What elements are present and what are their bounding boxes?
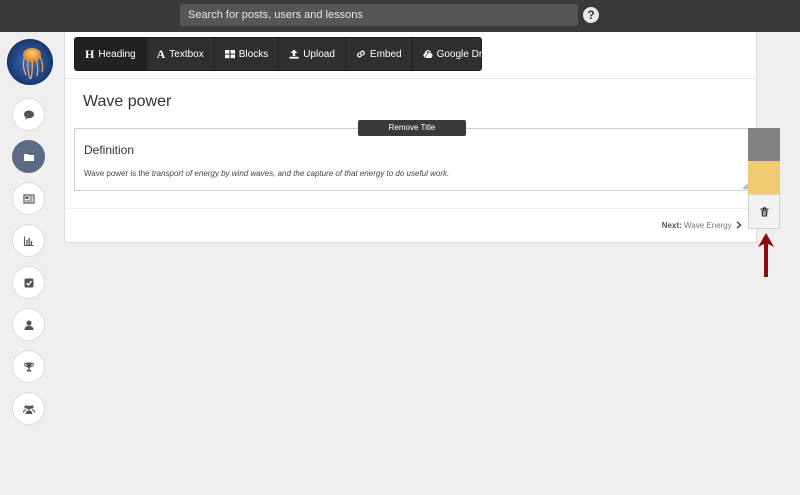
blocks-icon xyxy=(224,50,235,59)
jellyfish-avatar-icon xyxy=(7,39,53,85)
upload-icon xyxy=(289,49,299,59)
avatar[interactable] xyxy=(7,39,53,85)
toolbar-divider xyxy=(65,78,758,79)
upload-button-label: Upload xyxy=(303,48,335,60)
top-bar: Search for posts, users and lessons ? xyxy=(0,0,800,32)
sidebar-item-groups[interactable] xyxy=(12,392,45,425)
gray-color-swatch[interactable] xyxy=(748,128,780,161)
bar-chart-icon xyxy=(23,236,33,246)
definition-section[interactable]: Definition Wave power is the transport o… xyxy=(74,128,750,191)
heading-icon: H xyxy=(85,46,95,61)
next-lesson-link[interactable]: Next: Wave Energy xyxy=(662,221,742,230)
editor-toolbar: H Heading A Textbox Blocks Upload Embed … xyxy=(74,37,495,71)
blocks-button-label: Blocks xyxy=(238,48,269,60)
next-label: Next: xyxy=(661,221,682,230)
section-text[interactable]: Wave power is the transport of energy by… xyxy=(84,169,449,178)
embed-button-label: Embed xyxy=(369,48,402,60)
section-heading[interactable]: Definition xyxy=(84,143,134,157)
chevron-right-icon xyxy=(736,221,742,229)
sidebar-item-messages[interactable] xyxy=(12,98,45,131)
google-drive-button-label: Google Drive xyxy=(436,48,495,60)
up-arrow-annotation-icon xyxy=(758,233,774,277)
textbox-icon: A xyxy=(156,46,166,61)
google-drive-button[interactable]: Google Drive xyxy=(413,38,505,70)
embed-button[interactable]: Embed xyxy=(346,38,413,70)
heading-button-label: Heading xyxy=(98,48,136,60)
trophy-icon xyxy=(23,362,34,371)
delete-block-button[interactable] xyxy=(748,194,780,229)
section-text-italic: transport of energy by wind waves, and t… xyxy=(151,169,450,178)
sidebar-item-profile[interactable] xyxy=(12,308,45,341)
google-drive-icon xyxy=(422,49,433,59)
page-title[interactable]: Wave power xyxy=(83,93,171,111)
link-icon xyxy=(357,50,365,58)
sidebar-item-analytics[interactable] xyxy=(12,224,45,257)
section-text-plain: Wave power is the xyxy=(84,169,152,178)
comment-icon xyxy=(23,110,34,119)
search-input[interactable]: Search for posts, users and lessons xyxy=(180,4,578,26)
next-lesson-title: Wave Energy xyxy=(684,221,732,230)
newspaper-icon xyxy=(22,193,35,204)
upload-button[interactable]: Upload xyxy=(279,38,346,70)
sidebar-item-achievements[interactable] xyxy=(12,350,45,383)
trash-icon xyxy=(760,206,768,216)
remove-title-button[interactable]: Remove Title xyxy=(358,120,466,136)
checkbox-icon xyxy=(24,278,33,287)
group-icon xyxy=(22,404,35,414)
sidebar-item-tasks[interactable] xyxy=(12,266,45,299)
yellow-color-swatch[interactable] xyxy=(748,161,780,194)
footer-divider xyxy=(65,208,758,209)
textbox-button-label: Textbox xyxy=(169,48,204,60)
lesson-editor-card: H Heading A Textbox Blocks Upload Embed … xyxy=(64,32,758,243)
user-icon xyxy=(24,320,33,330)
blocks-button[interactable]: Blocks xyxy=(215,38,280,70)
folder-icon xyxy=(23,153,34,161)
sidebar-item-folders[interactable] xyxy=(12,140,45,173)
textbox-button[interactable]: A Textbox xyxy=(147,38,215,70)
help-icon[interactable]: ? xyxy=(583,7,599,23)
heading-button[interactable]: H Heading xyxy=(75,38,147,70)
sidebar-item-news[interactable] xyxy=(12,182,45,215)
